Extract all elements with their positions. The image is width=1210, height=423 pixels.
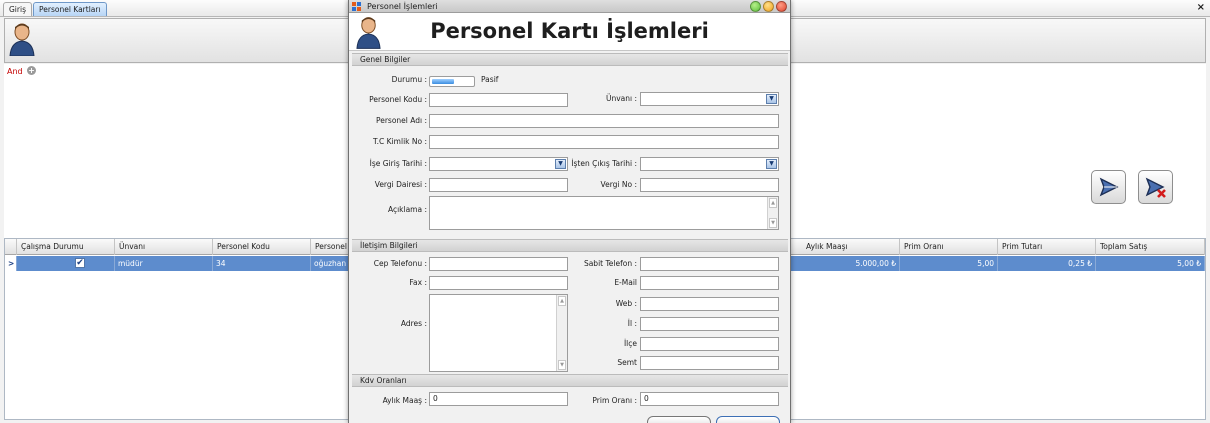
label-aylik-maas: Aylık Maaş : [382,396,427,405]
aciklama-textarea[interactable]: ▲ ▼ [429,196,779,230]
label-web: Web : [615,299,637,308]
scroll-up-icon[interactable]: ▲ [769,198,777,208]
cell-personel-kodu: 34 [213,256,311,271]
adres-textarea[interactable]: ▲ ▼ [429,294,568,372]
column-header-personel-kodu[interactable]: Personel Kodu [213,239,311,255]
save-button[interactable] [1091,170,1126,204]
label-pasif: Pasif [481,75,499,84]
label-fax: Fax : [409,278,427,287]
email-input[interactable] [640,276,779,290]
section-iletisim-bilgileri: İletişim Bilgileri [352,239,788,252]
column-header-prim-orani[interactable]: Prim Oranı [900,239,998,255]
maximize-button[interactable] [763,1,774,12]
label-prim-orani: Prim Oranı : [592,396,637,405]
label-semt: Semt [617,358,637,367]
web-input[interactable] [640,297,779,311]
ise-giris-tarihi-picker[interactable]: ▼ [429,157,568,171]
column-header-toplam-satis[interactable]: Toplam Satış [1096,239,1205,255]
grid-header-indicator [5,239,17,255]
dialog-header-title: Personel Kartı İşlemleri [430,19,709,43]
sabit-telefon-input[interactable] [640,257,779,271]
personel-adi-input[interactable] [429,114,779,128]
aylik-maas-input[interactable]: 0 [429,392,568,406]
label-adres: Adres : [400,319,427,328]
isten-cikis-tarihi-picker[interactable]: ▼ [640,157,779,171]
label-ilce: İlçe [623,339,637,348]
adres-scrollbar[interactable]: ▲ ▼ [556,295,567,371]
add-icon[interactable]: + [27,66,36,75]
label-durumu: Durumu : [391,75,427,84]
dropdown-arrow-icon[interactable]: ▼ [766,94,777,104]
label-tc-kimlik: T.C Kimlik No : [372,137,427,146]
column-header-aylik-maasi[interactable]: Aylık Maaşı [802,239,900,255]
cell-prim-orani: 5,00 [900,256,998,271]
cell-toplam-satis: 5,00 ₺ [1096,256,1205,271]
filter-and-label[interactable]: And [7,67,23,76]
dialog-titlebar: Personel İşlemleri [349,0,790,13]
cell-prim-tutari: 0,25 ₺ [998,256,1096,271]
column-header-unvani[interactable]: Ünvanı [115,239,213,255]
tab-personel-kartlari[interactable]: Personel Kartları [33,2,107,16]
cell-calisma-durumu: ✔ [17,256,115,271]
il-input[interactable] [640,317,779,331]
dialog-title: Personel İşlemleri [367,2,438,11]
cep-telefonu-input[interactable] [429,257,568,271]
cell-unvani: müdür [115,256,213,271]
label-vergi-no: Vergi No : [600,180,637,189]
label-personel-kodu: Personel Kodu : [369,95,427,104]
unvani-select[interactable]: ▼ [640,92,779,106]
status-toggle[interactable] [429,76,475,87]
delete-button[interactable] [1138,170,1173,204]
label-unvani: Ünvanı : [605,94,637,103]
close-button[interactable] [776,1,787,12]
label-aciklama: Açıklama : [387,205,427,214]
tab-giris[interactable]: Giriş [3,2,32,16]
prim-orani-input[interactable]: 0 [640,392,779,406]
scroll-down-icon[interactable]: ▼ [769,218,777,228]
checkbox-icon[interactable]: ✔ [75,258,85,268]
section-kdv-oranlari: Kdv Oranları [352,374,788,387]
minimize-button[interactable] [750,1,761,12]
column-header-prim-tutari[interactable]: Prim Tutarı [998,239,1096,255]
semt-input[interactable] [640,356,779,370]
label-vergi-dairesi: Vergi Dairesi : [374,180,427,189]
vergi-dairesi-input[interactable] [429,178,568,192]
scroll-up-icon[interactable]: ▲ [558,296,566,306]
label-personel-adi: Personel Adı : [375,116,427,125]
toggle-knob [432,79,454,84]
label-isten-cikis-tarihi: İşten Çıkış Tarihi : [571,159,637,168]
save-icon [1099,177,1119,197]
aciklama-scrollbar[interactable]: ▲ ▼ [767,197,778,229]
ilce-input[interactable] [640,337,779,351]
scroll-down-icon[interactable]: ▼ [558,360,566,370]
fax-input[interactable] [429,276,568,290]
dialog-header: Personel Kartı İşlemleri [349,13,790,51]
dropdown-arrow-icon[interactable]: ▼ [766,159,777,169]
person-icon [9,23,35,56]
vergi-no-input[interactable] [640,178,779,192]
ok-button[interactable] [716,416,780,423]
label-sabit-telefon: Sabit Telefon : [583,259,637,268]
app-icon [352,2,361,11]
section-genel-bilgiler: Genel Bilgiler [352,53,788,66]
label-cep-telefonu: Cep Telefonu : [373,259,427,268]
column-header-calisma-durumu[interactable]: Çalışma Durumu [17,239,115,255]
delete-icon [1145,177,1166,198]
dropdown-arrow-icon[interactable]: ▼ [555,159,566,169]
label-ise-giris-tarihi: İşe Giriş Tarihi : [369,159,427,168]
cell-aylik-maasi: 5.000,00 ₺ [802,256,900,271]
tc-kimlik-input[interactable] [429,135,779,149]
cancel-button[interactable] [647,416,711,423]
personel-kodu-input[interactable] [429,93,568,107]
personel-dialog: Personel İşlemleri Personel Kartı İşleml… [348,0,791,423]
label-il: İl : [627,319,637,328]
row-indicator-icon: > [5,256,17,271]
close-icon[interactable]: × [1197,2,1205,13]
label-email: E-Mail [614,278,637,287]
